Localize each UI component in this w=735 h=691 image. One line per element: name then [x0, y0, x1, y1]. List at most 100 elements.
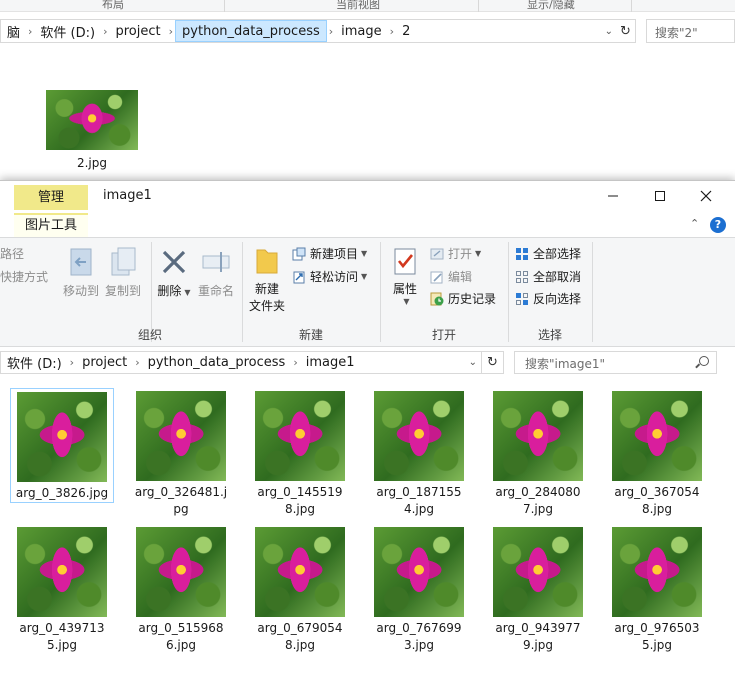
- file-name: arg_0_9439779.jpg: [495, 621, 581, 652]
- copy-path-button[interactable]: 路径: [0, 245, 24, 262]
- image-thumbnail: [17, 527, 107, 617]
- address-bar[interactable]: 软件 (D:) › project › python_data_process …: [0, 351, 482, 374]
- chevron-down-icon[interactable]: ▼: [389, 297, 424, 306]
- properties-icon: [394, 248, 416, 275]
- crumb-python-data-process[interactable]: python_data_process: [175, 20, 327, 42]
- easy-access-button[interactable]: 轻松访问 ▼: [292, 268, 367, 285]
- refresh-icon[interactable]: ↻: [616, 19, 636, 43]
- image-thumbnail: [493, 391, 583, 481]
- new-item-button[interactable]: 新建项目 ▼: [292, 245, 367, 262]
- file-name: arg_0_1455198.jpg: [257, 485, 343, 516]
- paste-shortcut-button[interactable]: 快捷方式: [0, 268, 48, 285]
- tab-manage[interactable]: 管理: [14, 185, 88, 210]
- file-item[interactable]: 2.jpg: [46, 90, 138, 170]
- image-thumbnail: [255, 527, 345, 617]
- chevron-right-icon[interactable]: ›: [291, 356, 299, 369]
- title-bar[interactable]: 管理 image1: [0, 181, 735, 213]
- history-label: 历史记录: [448, 292, 497, 306]
- bg-group-layout[interactable]: 布局: [102, 0, 124, 12]
- properties-label: 属性: [392, 282, 417, 296]
- crumb-project[interactable]: project: [110, 20, 167, 42]
- chevron-down-icon[interactable]: ▼: [361, 272, 367, 281]
- delete-button[interactable]: 删除 ▼: [156, 246, 192, 299]
- divider: [592, 242, 593, 342]
- file-name: arg_0_4397135.jpg: [19, 621, 105, 652]
- close-icon[interactable]: [683, 181, 729, 211]
- edit-button[interactable]: 编辑: [430, 268, 472, 285]
- chevron-up-icon[interactable]: ⌃: [690, 217, 699, 230]
- chevron-down-icon[interactable]: ▼: [184, 288, 190, 297]
- crumb-image1[interactable]: image1: [300, 352, 361, 373]
- window-title: image1: [103, 188, 152, 203]
- open-label: 打开: [448, 247, 473, 261]
- crumb-2[interactable]: 2: [396, 20, 416, 42]
- history-button[interactable]: 历史记录: [430, 290, 496, 307]
- select-all-button[interactable]: 全部选择: [515, 245, 581, 262]
- file-name: arg_0_3670548.jpg: [614, 485, 700, 516]
- file-item[interactable]: arg_0_3826.jpg: [10, 388, 114, 503]
- chevron-right-icon[interactable]: ›: [327, 25, 335, 38]
- maximize-icon[interactable]: [637, 181, 683, 211]
- file-item[interactable]: arg_0_2840807.jpg: [486, 388, 590, 518]
- invert-selection-icon: [516, 292, 528, 305]
- select-none-button[interactable]: 全部取消: [515, 268, 581, 285]
- divider: [478, 0, 479, 12]
- image-thumbnail: [46, 90, 138, 150]
- file-item[interactable]: arg_0_5159686.jpg: [129, 524, 233, 654]
- new-folder-icon: [256, 249, 278, 274]
- file-item[interactable]: arg_0_1871554.jpg: [367, 388, 471, 518]
- chevron-right-icon[interactable]: ›: [68, 356, 76, 369]
- crumb-drive-d[interactable]: 软件 (D:): [34, 20, 101, 42]
- help-icon[interactable]: ?: [710, 217, 726, 233]
- properties-button[interactable]: 属性 ▼: [386, 246, 424, 306]
- chevron-right-icon[interactable]: ›: [133, 356, 141, 369]
- new-folder-label-1: 新建: [254, 282, 279, 296]
- crumb-python-data-process[interactable]: python_data_process: [142, 352, 292, 373]
- file-name: arg_0_5159686.jpg: [138, 621, 224, 652]
- file-item[interactable]: arg_0_6790548.jpg: [248, 524, 352, 654]
- new-folder-button[interactable]: 新建 文件夹: [246, 246, 288, 314]
- rename-icon: [202, 252, 230, 272]
- crumb-image[interactable]: image: [335, 20, 388, 42]
- crumb-drive-d[interactable]: 软件 (D:): [1, 352, 68, 373]
- file-item[interactable]: arg_0_9765035.jpg: [605, 524, 709, 654]
- file-item[interactable]: arg_0_4397135.jpg: [10, 524, 114, 654]
- invert-selection-button[interactable]: 反向选择: [515, 290, 581, 307]
- chevron-down-icon[interactable]: ▼: [475, 249, 481, 258]
- bg-group-current-view[interactable]: 当前视图: [336, 0, 380, 12]
- refresh-icon[interactable]: ↻: [482, 351, 504, 374]
- file-name: arg_0_6790548.jpg: [257, 621, 343, 652]
- tab-picture-tools[interactable]: 图片工具: [14, 213, 88, 237]
- copy-to-label: 复制到: [104, 284, 141, 298]
- file-item[interactable]: arg_0_3670548.jpg: [605, 388, 709, 518]
- move-to-label: 移动到: [62, 284, 99, 298]
- minimize-icon[interactable]: [590, 181, 636, 211]
- search-icon[interactable]: [699, 356, 709, 366]
- new-item-icon: [292, 247, 306, 260]
- divider: [224, 0, 225, 12]
- rename-button[interactable]: 重命名: [196, 246, 236, 299]
- open-button[interactable]: 打开 ▼: [430, 245, 481, 262]
- file-item[interactable]: arg_0_9439779.jpg: [486, 524, 590, 654]
- copy-to-button[interactable]: 复制到: [102, 246, 144, 299]
- bg-search-input[interactable]: 搜索"2": [646, 19, 735, 43]
- bg-group-show-hide[interactable]: 显示/隐藏: [527, 0, 575, 12]
- chevron-right-icon[interactable]: ›: [26, 25, 34, 38]
- crumb-computer[interactable]: 脑: [1, 20, 26, 42]
- crumb-project[interactable]: project: [76, 352, 133, 373]
- image-thumbnail: [17, 392, 107, 482]
- image-thumbnail: [136, 391, 226, 481]
- invert-selection-label: 反向选择: [533, 292, 582, 306]
- chevron-down-icon[interactable]: ⌄: [465, 357, 481, 368]
- bg-address-bar[interactable]: 脑 › 软件 (D:) › project › python_data_proc…: [0, 19, 618, 43]
- chevron-right-icon[interactable]: ›: [388, 25, 396, 38]
- file-item[interactable]: arg_0_7676993.jpg: [367, 524, 471, 654]
- chevron-right-icon[interactable]: ›: [101, 25, 109, 38]
- file-item[interactable]: arg_0_326481.jpg: [129, 388, 233, 518]
- search-input[interactable]: 搜索"image1": [514, 351, 717, 374]
- move-to-button[interactable]: 移动到: [60, 246, 102, 299]
- file-item[interactable]: arg_0_1455198.jpg: [248, 388, 352, 518]
- file-name: arg_0_1871554.jpg: [376, 485, 462, 516]
- chevron-down-icon[interactable]: ▼: [361, 249, 367, 258]
- chevron-right-icon[interactable]: ›: [167, 25, 175, 38]
